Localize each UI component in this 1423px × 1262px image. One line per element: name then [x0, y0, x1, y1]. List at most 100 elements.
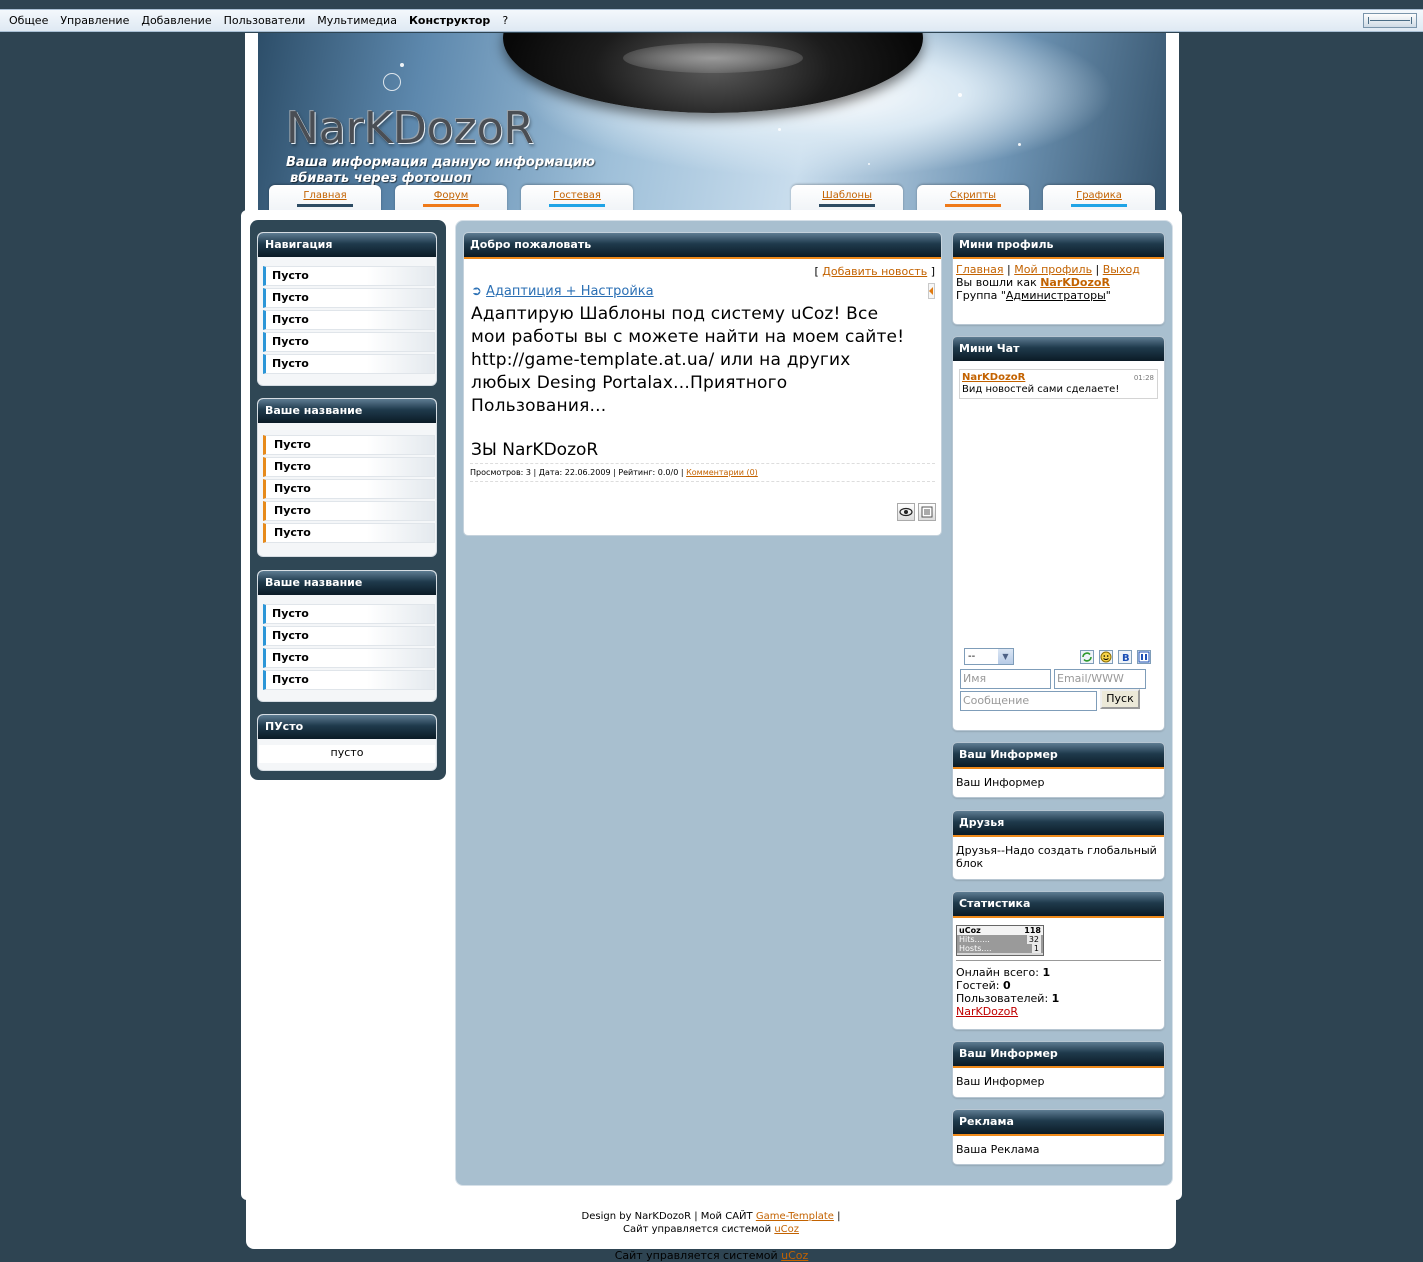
profile-link-home[interactable]: Главная	[956, 263, 1004, 276]
list-item[interactable]: Пусто	[263, 457, 435, 477]
add-news-wrapper: [ Добавить новость ]	[814, 265, 935, 278]
chat-email-input[interactable]: Email/WWW	[1054, 669, 1146, 689]
banner-spark	[958, 93, 962, 97]
profile-username-link[interactable]: NarKDozoR	[1040, 276, 1110, 289]
nav-tab-label[interactable]: Скрипты	[917, 190, 1029, 201]
nav-item[interactable]: Пусто	[263, 310, 435, 330]
stat-label: Пользователей:	[956, 992, 1049, 1005]
counter-brand: uCoz	[959, 926, 981, 935]
friends-block: Друзья Друзья--Надо создать глобальный б…	[953, 811, 1164, 879]
chat-message-input[interactable]: Сообщение	[960, 691, 1097, 711]
list-item[interactable]: Пусто	[263, 670, 435, 690]
nav-item[interactable]: Пусто	[263, 332, 435, 352]
list-item[interactable]: Пусто	[263, 479, 435, 499]
banner-ring	[383, 73, 401, 91]
divider	[956, 960, 1161, 961]
group-link[interactable]: Администраторы	[1006, 289, 1106, 302]
nav-tab-label[interactable]: Графика	[1043, 190, 1155, 201]
stat-value: 0	[1003, 979, 1011, 992]
edit-icon[interactable]	[928, 283, 935, 299]
chat-message: NarKDozoR 01:28 Вид новостей сами сделае…	[959, 369, 1158, 399]
counter-hits-label: Hits......	[959, 935, 990, 944]
footer-ucoz-link[interactable]: uCoz	[774, 1224, 799, 1235]
site-slogan: Ваша информация данную информацию вбиват…	[286, 155, 595, 187]
footer-site-link[interactable]: Game-Template	[756, 1211, 834, 1222]
bottom-powered-line: Сайт управляется системой uCoz	[0, 1249, 1423, 1262]
nav-tab-label[interactable]: Шаблоны	[791, 190, 903, 201]
admin-menu: Общее Управление Добавление Пользователи…	[3, 14, 514, 27]
comments-link[interactable]: Комментарии (0)	[686, 468, 758, 477]
ads-block: Реклама Ваша Реклама	[953, 1110, 1164, 1164]
chat-message-author[interactable]: NarKDozoR	[962, 372, 1025, 383]
news-title-link[interactable]: Адаптиция + Настройка	[486, 284, 654, 299]
news-meta-text: Просмотров: 3 | Дата: 22.06.2009 | Рейти…	[470, 468, 684, 477]
admin-menu-add[interactable]: Добавление	[135, 14, 217, 27]
view-icon[interactable]	[897, 503, 915, 521]
footer-powered-label: Сайт управляется системой	[622, 1224, 772, 1235]
counter-hosts-label: Hosts....	[959, 944, 992, 953]
informer-block-2: Ваш Информер Ваш Информер	[953, 1042, 1164, 1097]
counter-row: Hits...... 32	[957, 935, 1043, 944]
tab-underline	[297, 204, 353, 207]
online-user-link[interactable]: NarKDozoR	[956, 1005, 1018, 1018]
chat-send-button[interactable]: Пуск	[1100, 689, 1140, 709]
block-text: Ваш Информер	[956, 1075, 1045, 1088]
admin-menu-multimedia[interactable]: Мультимедиа	[311, 14, 403, 27]
window-icon[interactable]	[1137, 650, 1151, 664]
block-title: Ваше название	[258, 399, 436, 423]
custom-block-2: Ваше название Пусто Пусто Пусто Пусто	[258, 571, 436, 701]
admin-menu-help[interactable]: ?	[496, 14, 514, 27]
list-item[interactable]: Пусто	[263, 435, 435, 455]
admin-menu-constructor[interactable]: Конструктор	[403, 14, 496, 27]
footer-line-2: Сайт управляется системой uCoz	[246, 1223, 1176, 1236]
site-logo[interactable]: NarKDozoR	[286, 103, 534, 154]
admin-toolbar: Общее Управление Добавление Пользователи…	[0, 9, 1423, 32]
admin-menu-users[interactable]: Пользователи	[218, 14, 312, 27]
refresh-icon[interactable]	[1080, 650, 1094, 664]
list-item[interactable]: Пусто	[263, 626, 435, 646]
counter-hits: 32	[1026, 935, 1041, 944]
footer-separator: |	[837, 1211, 841, 1222]
bottom-ucoz-link[interactable]: uCoz	[781, 1249, 808, 1262]
banner-spark	[778, 128, 781, 131]
list-item[interactable]: Пусто	[263, 648, 435, 668]
online-total: Онлайн всего: 1	[956, 966, 1161, 979]
block-title: Реклама	[953, 1110, 1164, 1136]
empty-block: ПУсто пусто	[258, 715, 436, 770]
admin-menu-general[interactable]: Общее	[3, 14, 54, 27]
logged-in-label: Вы вошли как	[956, 276, 1037, 289]
site-header: NarKDozoR Ваша информация данную информа…	[245, 33, 1179, 216]
profile-link-my-profile[interactable]: Мой профиль	[1014, 263, 1092, 276]
news-meta: Просмотров: 3 | Дата: 22.06.2009 | Рейти…	[470, 463, 935, 482]
nav-block: Навигация Пусто Пусто Пусто Пусто Пусто	[258, 233, 436, 385]
block-text: пусто	[259, 745, 435, 763]
profile-link-logout[interactable]: Выход	[1103, 263, 1140, 276]
toolbar-toggle-icon[interactable]	[1363, 13, 1417, 28]
nav-item[interactable]: Пусто	[263, 266, 435, 286]
nav-tab-label[interactable]: Форум	[395, 190, 507, 201]
admin-menu-management[interactable]: Управление	[54, 14, 135, 27]
chat-name-input[interactable]: Имя	[960, 669, 1051, 689]
news-signature: ЗЫ NarKDozoR	[471, 440, 599, 460]
chat-messages: NarKDozoR 01:28 Вид новостей сами сделае…	[959, 369, 1158, 639]
bold-icon[interactable]: B	[1118, 650, 1132, 664]
statistics-block: Статистика uCoz 118 Hits...... 32 Hosts...…	[953, 892, 1164, 1029]
add-news-link[interactable]: Добавить новость	[822, 265, 927, 278]
list-item[interactable]: Пусто	[263, 501, 435, 521]
chat-message-text: Вид новостей сами сделаете!	[962, 384, 1120, 395]
list-item[interactable]: Пусто	[263, 523, 435, 543]
nav-tab-label[interactable]: Гостевая	[521, 190, 633, 201]
ucoz-counter[interactable]: uCoz 118 Hits...... 32 Hosts.... 1	[956, 925, 1044, 956]
smiley-icon[interactable]	[1099, 650, 1113, 664]
counter-row: Hosts.... 1	[957, 944, 1043, 953]
nav-item[interactable]: Пусто	[263, 288, 435, 308]
nav-item[interactable]: Пусто	[263, 354, 435, 374]
print-icon[interactable]	[918, 503, 936, 521]
news-body: Адаптирую Шаблоны под систему uCoz! Все …	[471, 304, 905, 416]
footer-credit: Design by NarKDozoR | Мой САЙТ	[581, 1211, 753, 1222]
chat-select-value: --	[968, 651, 976, 662]
nav-tab-label[interactable]: Главная	[269, 190, 381, 201]
stat-value: 1	[1051, 992, 1060, 1005]
chat-select[interactable]: -- ▼	[964, 648, 1014, 665]
list-item[interactable]: Пусто	[263, 604, 435, 624]
